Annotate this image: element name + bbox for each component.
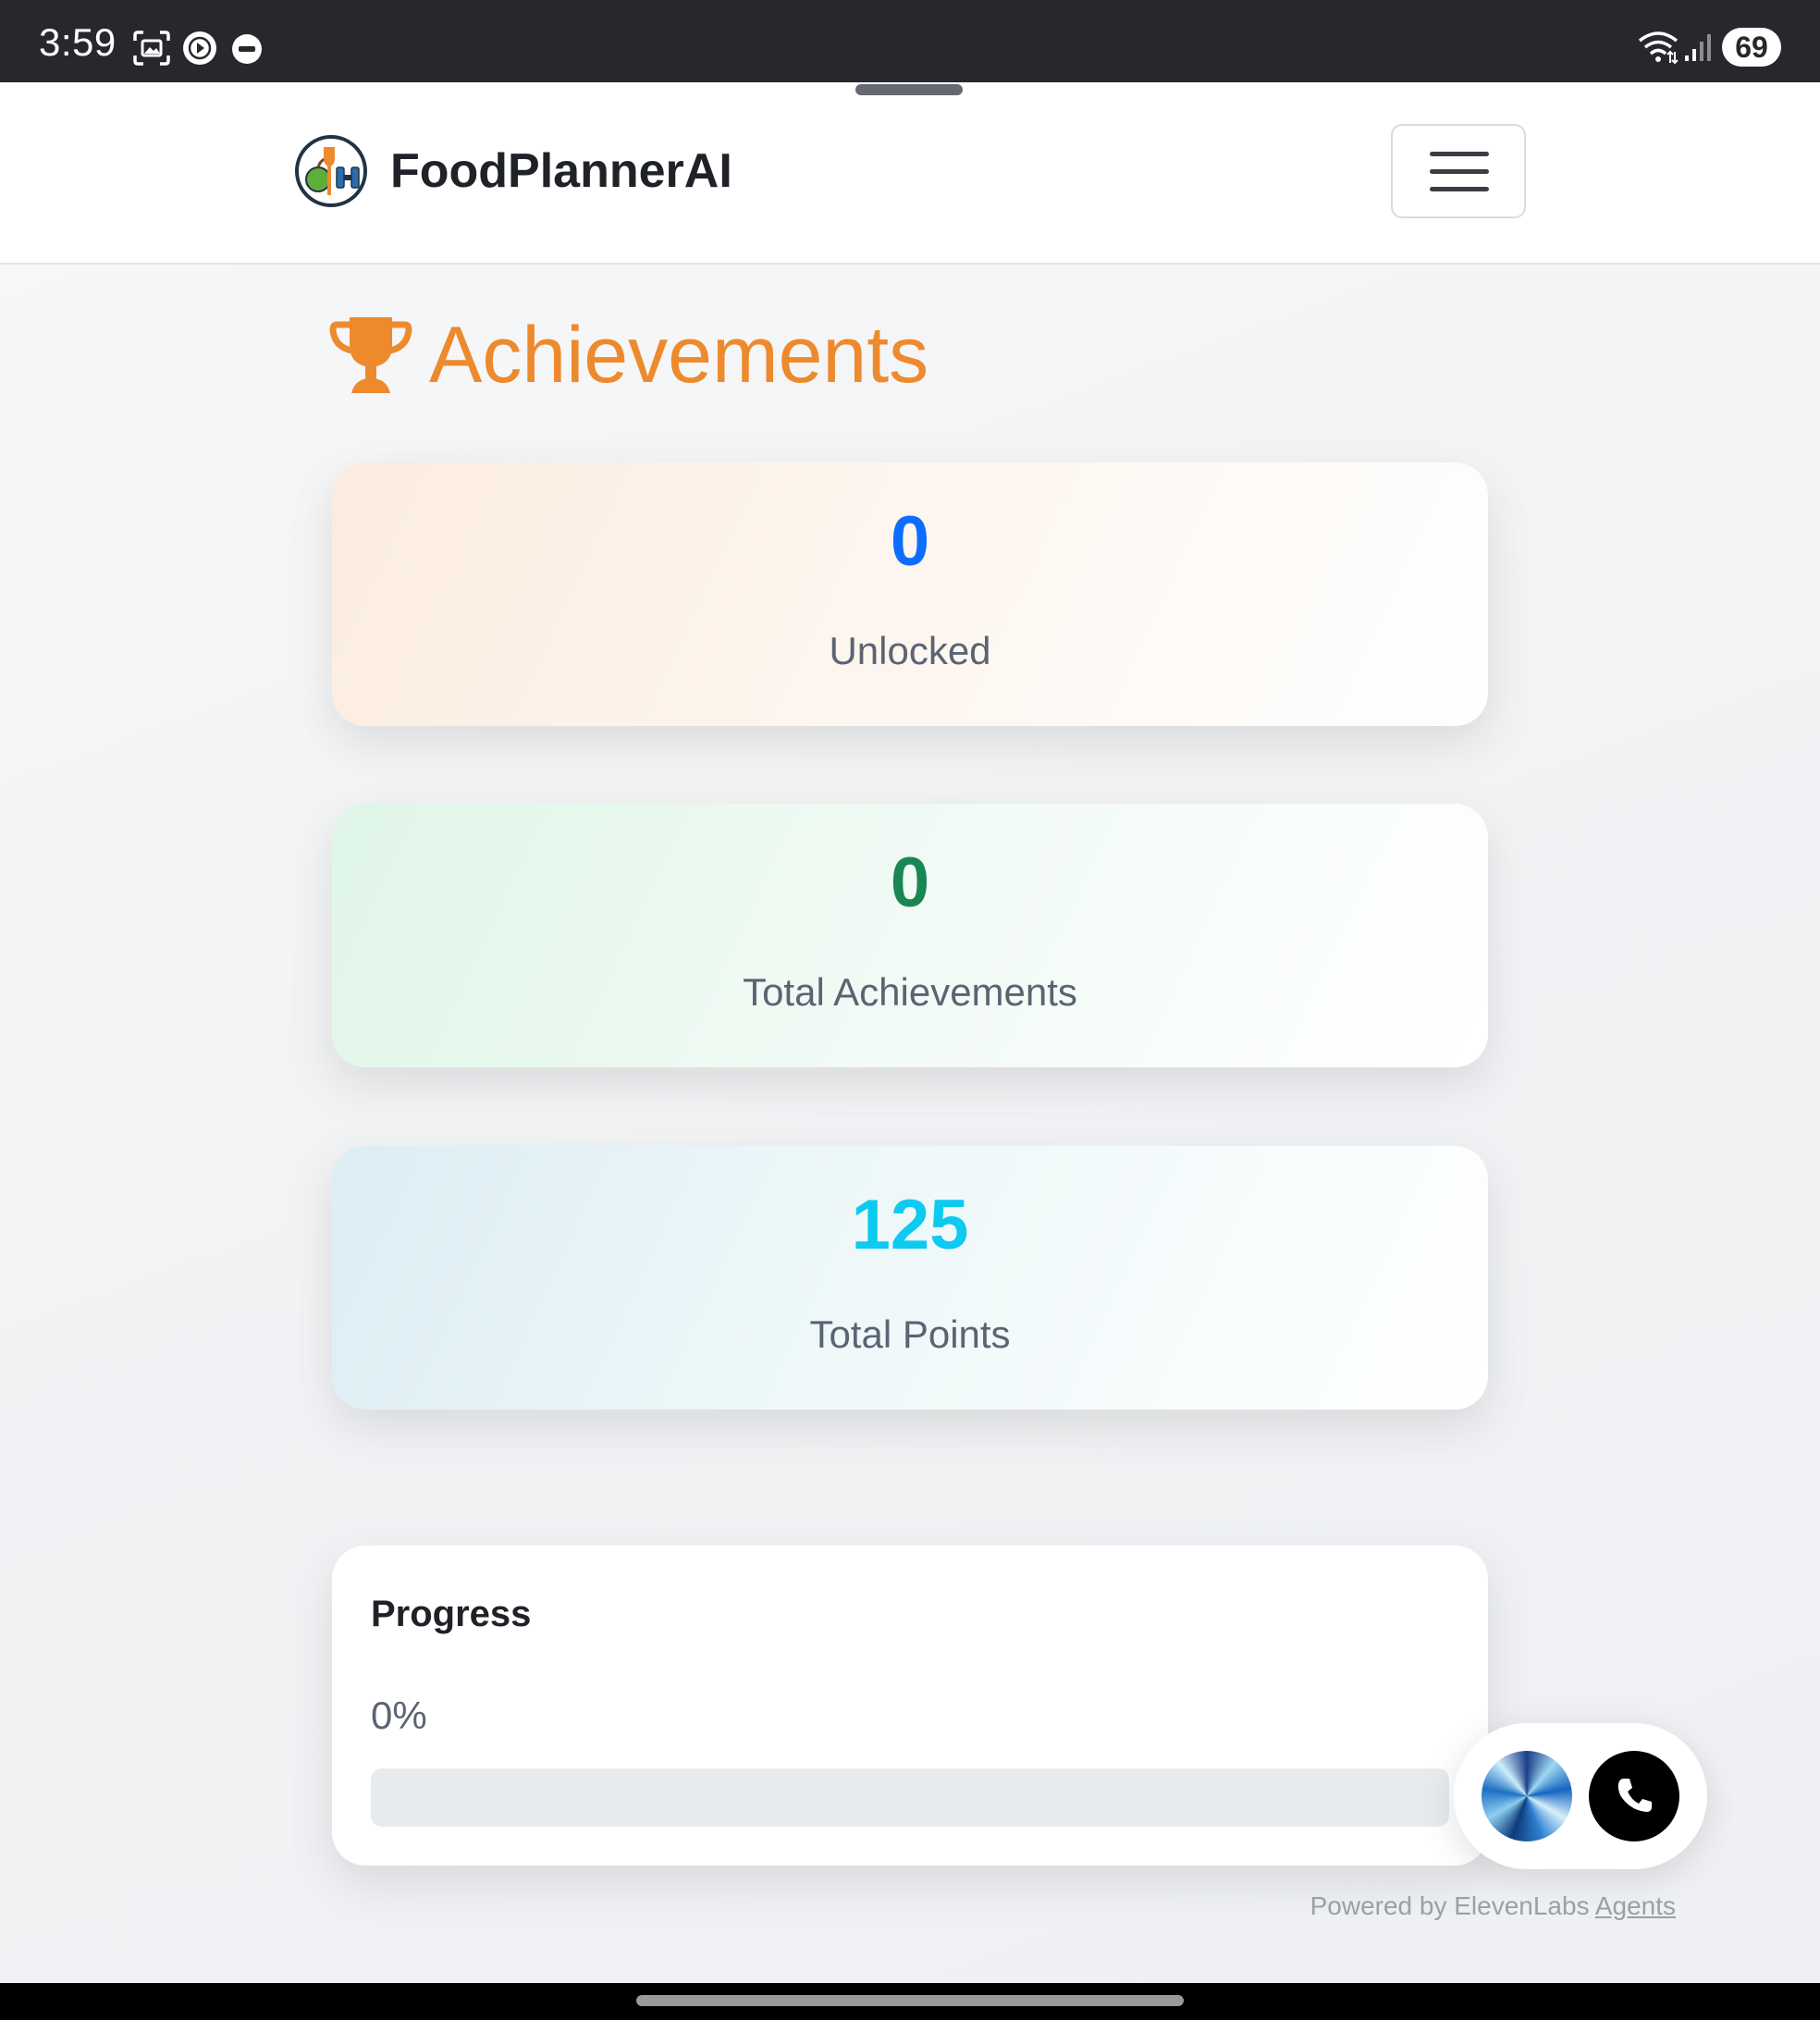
status-bar: 3:59 69 [0,0,1820,82]
stat-card-unlocked: 0 Unlocked [332,462,1488,726]
home-indicator[interactable] [636,1995,1184,2006]
wear-icon [232,34,262,64]
powered-by-text: Powered by ElevenLabs Agents [1310,1891,1676,1921]
agents-link[interactable]: Agents [1595,1891,1676,1920]
stat-label: Total Achievements [743,970,1077,1014]
progress-card: Progress 0% [332,1546,1488,1866]
progress-bar [371,1768,1449,1827]
play-circle-icon [183,31,216,65]
navbar: FoodPlannerAI [0,82,1820,265]
stat-card-total-points: 125 Total Points [332,1146,1488,1410]
stat-value: 0 [890,502,930,581]
trophy-icon [329,317,412,393]
menu-toggle-button[interactable] [1391,124,1526,218]
stat-label: Unlocked [829,629,991,672]
system-nav-bar [0,1983,1820,2020]
stat-value: 125 [851,1186,969,1264]
progress-title: Progress [371,1594,532,1634]
call-button[interactable] [1589,1751,1679,1841]
stat-label: Total Points [809,1312,1011,1356]
progress-percent: 0% [371,1694,427,1737]
powered-by-prefix: Powered by ElevenLabs [1310,1891,1595,1920]
stat-value: 0 [890,844,930,922]
voice-orb-icon[interactable] [1482,1751,1572,1841]
wifi-icon [1638,31,1679,65]
phone-icon [1617,1779,1652,1812]
page-title: Achievements [429,311,929,400]
status-time: 3:59 [39,20,117,64]
brand-name[interactable]: FoodPlannerAI [390,143,732,199]
apple-fork-dumbbell-logo[interactable] [294,134,368,208]
screenshot-icon [133,31,170,66]
battery-indicator: 69 [1722,28,1781,67]
drag-handle[interactable] [855,84,963,95]
signal-icon [1685,34,1711,61]
stat-card-total-achievements: 0 Total Achievements [332,804,1488,1067]
voice-agent-widget [1454,1723,1707,1869]
